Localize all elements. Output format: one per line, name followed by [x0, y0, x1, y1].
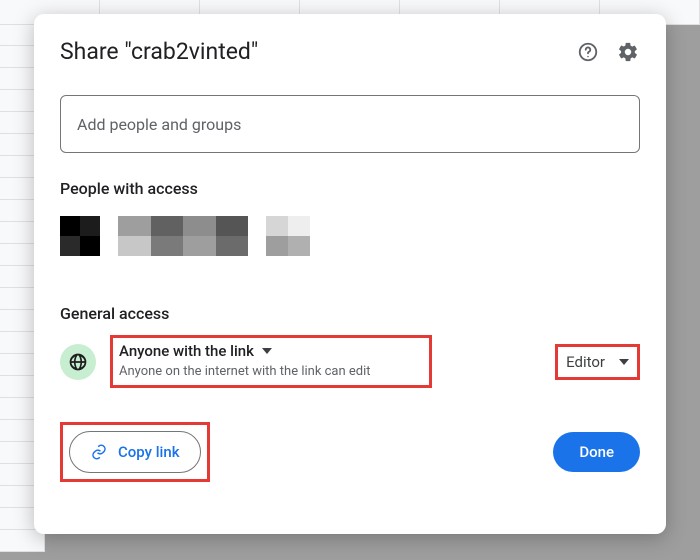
link-scope-description: Anyone on the internet with the link can… [119, 364, 419, 379]
general-access-heading: General access [60, 304, 640, 323]
link-icon [90, 443, 108, 461]
link-scope-label: Anyone with the link [119, 342, 254, 360]
copy-link-label: Copy link [118, 443, 180, 461]
help-icon[interactable] [576, 40, 600, 64]
people-avatars [60, 216, 640, 256]
avatar[interactable] [60, 216, 100, 256]
avatar[interactable] [266, 216, 310, 256]
add-people-placeholder: Add people and groups [77, 115, 241, 134]
dialog-title: Share "crab2vinted" [60, 38, 576, 65]
done-button[interactable]: Done [553, 432, 640, 472]
chevron-down-icon [262, 348, 272, 354]
done-label: Done [579, 443, 614, 461]
chevron-down-icon [619, 359, 629, 365]
gear-icon[interactable] [616, 40, 640, 64]
role-label: Editor [566, 353, 605, 371]
add-people-input[interactable]: Add people and groups [60, 95, 640, 153]
avatar[interactable] [118, 216, 248, 256]
link-scope-dropdown[interactable]: Anyone with the link [119, 342, 419, 360]
highlight-copy-link: Copy link [60, 422, 210, 482]
globe-icon [60, 344, 96, 380]
people-with-access-heading: People with access [60, 179, 640, 198]
copy-link-button[interactable]: Copy link [69, 431, 201, 473]
dialog-header: Share "crab2vinted" [60, 38, 640, 65]
highlight-link-scope: Anyone with the link Anyone on the inter… [110, 335, 432, 388]
share-dialog: Share "crab2vinted" Add people and group… [34, 14, 666, 534]
role-dropdown[interactable]: Editor [555, 344, 640, 380]
